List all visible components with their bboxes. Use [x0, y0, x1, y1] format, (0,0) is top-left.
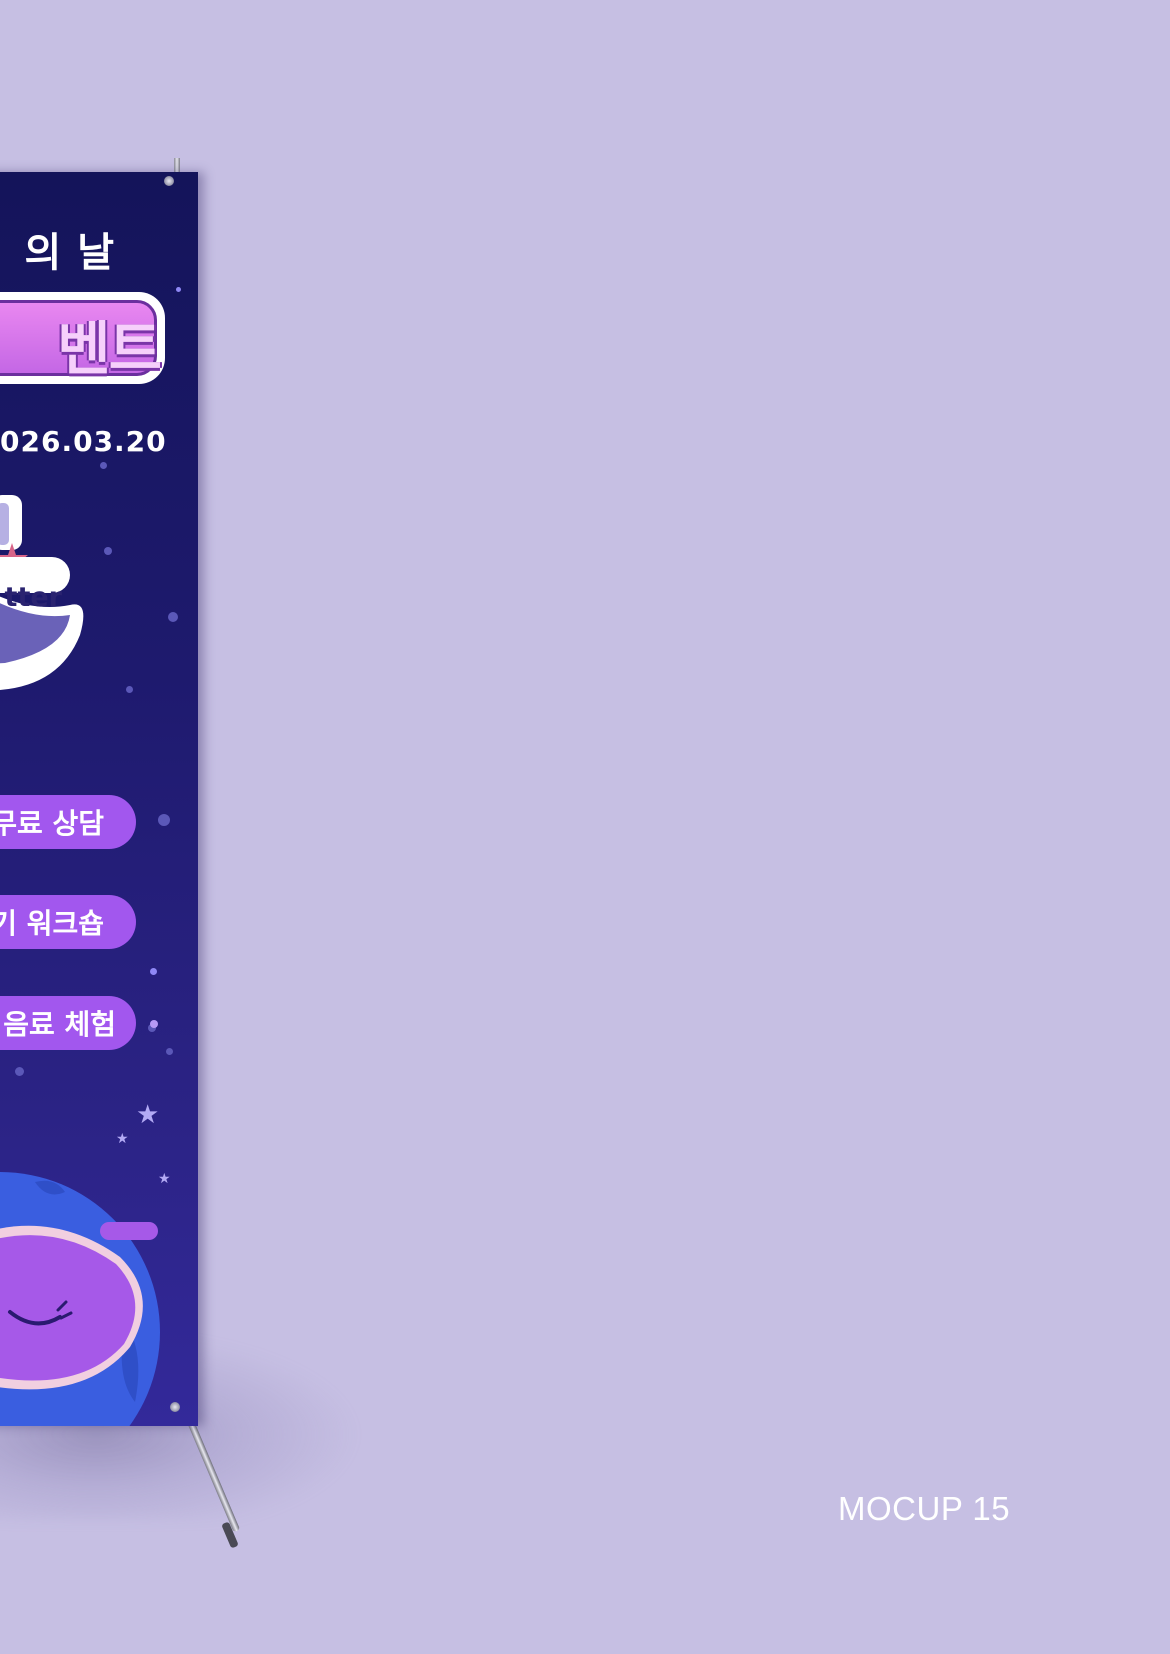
star-icon: ★ [158, 1171, 171, 1187]
pill-label: 기 워크숍 [0, 907, 104, 940]
star-dot [166, 1048, 173, 1055]
planet-illustration [0, 1172, 160, 1426]
star-dot [104, 547, 112, 555]
star-dot [150, 1020, 158, 1028]
banner-title-line2: 벤트 [57, 315, 162, 383]
pill-label: 무료 상담 [0, 807, 104, 840]
event-pill-consultation: 무료 상담 [0, 795, 136, 849]
grommet [170, 1402, 180, 1412]
logo-text: tter [4, 582, 62, 613]
star-dot [176, 287, 181, 292]
star-dot [158, 814, 170, 826]
event-pill-workshop: 기 워크숍 [0, 895, 136, 949]
pill-label: 음료 체험 [3, 1008, 116, 1041]
star-icon: ★ [136, 1100, 160, 1130]
star-dot [100, 462, 107, 469]
star-dot [150, 968, 157, 975]
grommet [164, 176, 174, 186]
star-dot [168, 612, 178, 622]
mockup-caption: MOCUP 15 [838, 1490, 1011, 1527]
event-date: 026.03.20 [0, 425, 167, 458]
event-pill-drink: 음료 체험 [0, 996, 136, 1050]
banner-title-line1: 의 날 [24, 230, 115, 276]
mockup-stage: ★ ★ ★ 의 날 벤트 026.03.20 tter 무료 상담 기 워크숍 … [0, 0, 1170, 1654]
star-icon: ★ [116, 1131, 129, 1147]
star-dot [126, 686, 133, 693]
